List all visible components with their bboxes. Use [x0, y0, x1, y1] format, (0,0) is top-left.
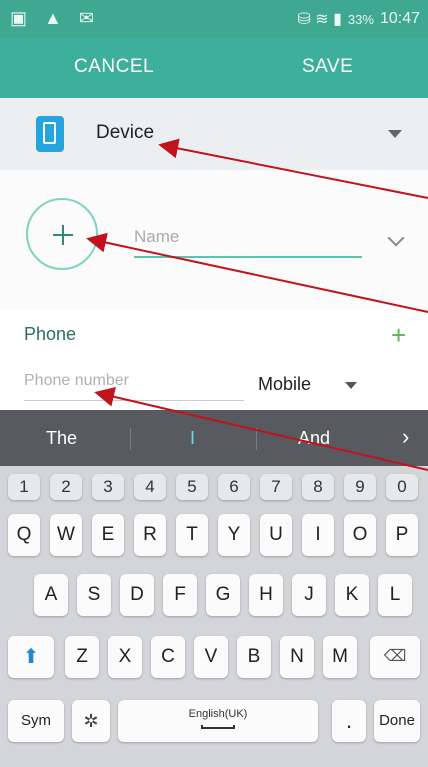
key-w[interactable]: W	[50, 514, 82, 556]
key-d[interactable]: D	[120, 574, 154, 616]
settings-gear-icon[interactable]: ✲	[72, 700, 110, 742]
key-1[interactable]: 1	[8, 474, 40, 500]
key-0[interactable]: 0	[386, 474, 418, 500]
suggestion-item[interactable]: I	[190, 428, 195, 449]
key-e[interactable]: E	[92, 514, 124, 556]
dropdown-arrow-icon[interactable]	[388, 130, 402, 138]
system-icons: ⛁ ≋ ▮ 33% 10:47	[297, 9, 420, 29]
suggestion-bar: The I And ›	[0, 410, 428, 466]
key-r[interactable]: R	[134, 514, 166, 556]
phone-section: Phone + Phone number Mobile	[0, 310, 428, 410]
key-j[interactable]: J	[292, 574, 326, 616]
key-9[interactable]: 9	[344, 474, 376, 500]
cancel-button[interactable]: CANCEL	[74, 56, 154, 78]
key-y[interactable]: Y	[218, 514, 250, 556]
key-v[interactable]: V	[194, 636, 228, 678]
key-b[interactable]: B	[237, 636, 271, 678]
key-c[interactable]: C	[151, 636, 185, 678]
phone-type-select[interactable]: Mobile	[258, 374, 311, 395]
name-input[interactable]: Name	[134, 222, 362, 258]
signal-wifi-icons: ⛁ ≋ ▮	[297, 11, 342, 28]
sym-button[interactable]: Sym	[8, 700, 64, 742]
key-2[interactable]: 2	[50, 474, 82, 500]
storage-location-selector[interactable]: Device	[0, 98, 428, 170]
dropdown-arrow-icon[interactable]	[345, 382, 357, 389]
add-photo-button[interactable]	[26, 198, 98, 270]
contact-name-section: Name	[0, 170, 428, 310]
key-h[interactable]: H	[249, 574, 283, 616]
suggestion-item[interactable]: The	[46, 428, 77, 449]
key-a[interactable]: A	[34, 574, 68, 616]
phone-section-title: Phone	[24, 324, 77, 344]
key-s[interactable]: S	[77, 574, 111, 616]
key-m[interactable]: M	[323, 636, 357, 678]
key-l[interactable]: L	[378, 574, 412, 616]
battery-percent: 33%	[347, 11, 374, 27]
key-6[interactable]: 6	[218, 474, 250, 500]
backspace-icon[interactable]: ⌫	[370, 636, 420, 678]
key-g[interactable]: G	[206, 574, 240, 616]
key-u[interactable]: U	[260, 514, 292, 556]
key-i[interactable]: I	[302, 514, 334, 556]
clock: 10:47	[379, 10, 420, 27]
key-x[interactable]: X	[108, 636, 142, 678]
key-4[interactable]: 4	[134, 474, 166, 500]
key-7[interactable]: 7	[260, 474, 292, 500]
key-p[interactable]: P	[386, 514, 418, 556]
suggestion-more-icon[interactable]: ›	[402, 424, 409, 450]
storage-location-label: Device	[96, 122, 155, 143]
keyboard-language-label: English(UK)	[188, 708, 248, 720]
key-t[interactable]: T	[176, 514, 208, 556]
key-8[interactable]: 8	[302, 474, 334, 500]
done-button[interactable]: Done	[374, 700, 420, 742]
key-o[interactable]: O	[344, 514, 376, 556]
space-bar[interactable]: English(UK)	[118, 700, 318, 742]
soft-keyboard: The I And › 1 2 3 4 5 6 7 8 9 0 Q W E R …	[0, 410, 428, 767]
notification-icons: ▣ ▲ ✉	[10, 8, 100, 28]
suggestion-divider	[130, 428, 131, 450]
key-5[interactable]: 5	[176, 474, 208, 500]
suggestion-divider	[256, 428, 257, 450]
save-button[interactable]: SAVE	[302, 56, 353, 78]
suggestion-item[interactable]: And	[298, 428, 330, 449]
add-phone-button[interactable]: +	[391, 320, 406, 351]
status-bar: ▣ ▲ ✉ ⛁ ≋ ▮ 33% 10:47	[0, 0, 428, 38]
phone-number-input[interactable]: Phone number	[24, 366, 244, 401]
key-period[interactable]: .	[332, 700, 366, 742]
space-icon	[201, 725, 235, 729]
key-q[interactable]: Q	[8, 514, 40, 556]
key-k[interactable]: K	[335, 574, 369, 616]
shift-icon[interactable]: ⬆	[8, 636, 54, 678]
key-n[interactable]: N	[280, 636, 314, 678]
key-3[interactable]: 3	[92, 474, 124, 500]
chevron-down-icon[interactable]	[387, 229, 405, 247]
key-f[interactable]: F	[163, 574, 197, 616]
action-bar: CANCEL SAVE	[0, 38, 428, 98]
key-z[interactable]: Z	[65, 636, 99, 678]
phone-device-icon	[36, 116, 64, 152]
